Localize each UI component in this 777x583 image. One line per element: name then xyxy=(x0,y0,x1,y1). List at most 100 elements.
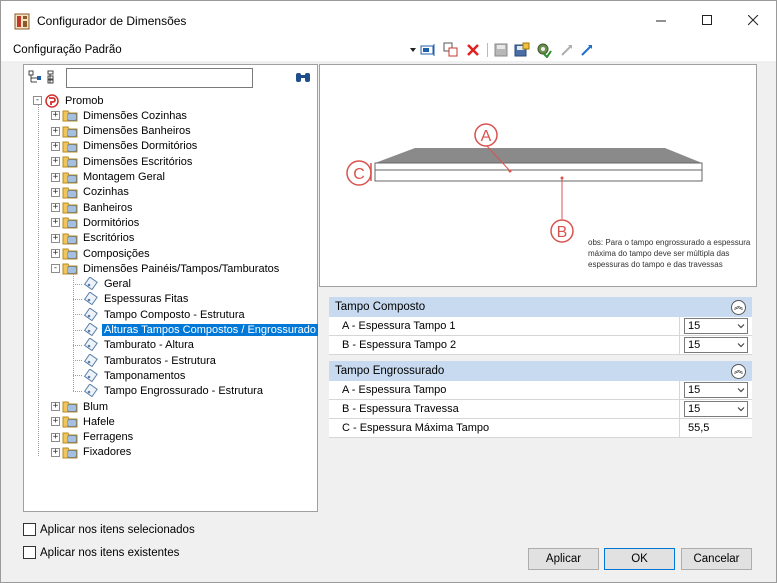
collapse-composto-button[interactable]: ︽ xyxy=(731,300,746,315)
tree-connector xyxy=(73,329,82,331)
tree-item-folder[interactable]: + Blum xyxy=(51,399,110,414)
expand-toggle-icon[interactable]: + xyxy=(51,187,60,197)
tree-item-leaf[interactable]: Tampo Composto - Estrutura xyxy=(83,307,247,322)
folder-icon xyxy=(62,202,78,214)
tree-item-folder[interactable]: + Dimensões Banheiros xyxy=(51,124,193,139)
config-item-icon xyxy=(83,353,98,367)
expand-toggle-icon[interactable]: + xyxy=(51,447,60,457)
dropdown-arrow-button[interactable] xyxy=(405,42,421,58)
folder-icon xyxy=(62,187,78,199)
tree-item-folder[interactable]: + Composições xyxy=(51,246,152,261)
tree-item-folder[interactable]: + Fixadores xyxy=(51,445,133,460)
expand-all-button[interactable] xyxy=(28,70,42,87)
tree-item-folder[interactable]: + Dimensões Escritórios xyxy=(51,154,194,169)
tree-item-folder[interactable]: + Banheiros xyxy=(51,200,135,215)
config-item-icon xyxy=(83,307,98,321)
apply-selected-checkbox[interactable] xyxy=(23,523,36,536)
cancel-button[interactable]: Cancelar xyxy=(681,548,752,570)
property-value-select[interactable]: 15 xyxy=(684,382,748,398)
find-button[interactable] xyxy=(295,70,311,87)
chevron-down-icon xyxy=(737,407,745,412)
rename-config-button[interactable] xyxy=(420,42,436,58)
folder-icon xyxy=(62,172,78,183)
property-value-select[interactable]: 15 xyxy=(684,337,748,353)
property-row: C - Espessura Máxima Tampo 55,5 xyxy=(329,419,752,438)
apply-button[interactable]: Aplicar xyxy=(528,548,599,570)
close-button[interactable] xyxy=(730,1,776,39)
property-value-select[interactable]: 15 xyxy=(684,318,748,334)
expand-toggle-icon[interactable]: + xyxy=(51,157,60,167)
tree-item-folder[interactable]: + Dormitórios xyxy=(51,215,141,230)
tree-item-leaf[interactable]: Espessuras Fitas xyxy=(83,292,190,307)
top-board-shape xyxy=(375,148,702,163)
expand-toggle-icon[interactable]: + xyxy=(51,172,60,182)
minimize-button[interactable] xyxy=(638,1,684,39)
expand-toggle-icon[interactable]: + xyxy=(51,111,60,121)
config-item-icon xyxy=(83,368,98,383)
tree-item-leaf[interactable]: Alturas Tampos Compostos / Engrossurado xyxy=(83,323,318,338)
rename-icon xyxy=(420,44,435,56)
collapse-engrossurado-button[interactable]: ︽ xyxy=(731,364,746,379)
copy-config-button[interactable] xyxy=(443,42,459,58)
tree-item-promob[interactable]: - Promob xyxy=(33,93,106,108)
tree-item-leaf[interactable]: Geral xyxy=(83,277,133,292)
tree-item-folder[interactable]: + Dimensões Dormitórios xyxy=(51,139,199,154)
expand-toggle-icon[interactable]: + xyxy=(51,218,60,228)
expand-toggle-icon[interactable]: + xyxy=(51,417,60,427)
expand-toggle-icon[interactable]: + xyxy=(51,233,60,243)
folder-icon xyxy=(62,156,78,168)
tree-item-folder[interactable]: + Cozinhas xyxy=(51,185,131,200)
tree-item-leaf[interactable]: Tampo Engrossurado - Estrutura xyxy=(83,384,265,399)
collapse-toggle-icon[interactable]: - xyxy=(51,264,60,274)
maximize-button[interactable] xyxy=(684,1,730,39)
collapse-all-button[interactable] xyxy=(46,70,58,87)
apply-existing-option[interactable]: Aplicar nos itens existentes xyxy=(23,546,179,559)
tree-item-folder[interactable]: + Hafele xyxy=(51,414,117,429)
tree-item-label: Escritórios xyxy=(83,232,135,245)
property-value-cell: 15 xyxy=(679,381,751,399)
delete-config-button[interactable] xyxy=(465,42,481,58)
tree-item-folder[interactable]: + Montagem Geral xyxy=(51,170,167,185)
expand-toggle-icon[interactable]: + xyxy=(51,203,60,213)
config-item-icon xyxy=(83,292,98,306)
save-as-button[interactable] xyxy=(514,42,530,58)
tree-item-leaf[interactable]: Tamponamentos xyxy=(83,368,187,383)
tree-item-leaf[interactable]: Tamburatos - Estrutura xyxy=(83,353,218,368)
tree-item-label: Espessuras Fitas xyxy=(104,293,189,306)
ok-button[interactable]: OK xyxy=(604,548,675,570)
apply-selected-label: Aplicar nos itens selecionados xyxy=(40,523,195,536)
folder-icon xyxy=(62,141,78,153)
tree-item-folder[interactable]: + Dimensões Cozinhas xyxy=(51,108,189,123)
expand-toggle-icon[interactable]: + xyxy=(51,126,60,136)
property-name: B - Espessura Tampo 2 xyxy=(342,339,457,351)
collapse-toggle-icon[interactable]: - xyxy=(33,96,42,105)
tree-item-label: Alturas Tampos Compostos / Engrossurado xyxy=(102,324,318,336)
import-button[interactable] xyxy=(579,42,595,58)
expand-toggle-icon[interactable]: + xyxy=(51,432,60,442)
window-title: Configurador de Dimensões xyxy=(37,14,187,28)
tree-item-label: Tamburato - Altura xyxy=(104,339,194,352)
folder-icon xyxy=(62,263,78,275)
tree-item-label: Tampo Engrossurado - Estrutura xyxy=(104,385,263,398)
tree-expand-icon xyxy=(28,70,41,83)
tree-item-folder[interactable]: + Escritórios xyxy=(51,231,136,246)
apply-existing-checkbox[interactable] xyxy=(23,546,36,559)
apply-settings-button[interactable] xyxy=(536,42,552,58)
expand-toggle-icon[interactable]: + xyxy=(51,402,60,411)
tree-search-input[interactable] xyxy=(66,68,253,88)
apply-selected-option[interactable]: Aplicar nos itens selecionados xyxy=(23,523,195,536)
selected-value: 15 xyxy=(688,320,701,332)
property-value-select[interactable]: 15 xyxy=(684,401,748,417)
save-button[interactable] xyxy=(493,42,509,58)
expand-toggle-icon[interactable]: + xyxy=(51,249,60,258)
export-button[interactable] xyxy=(559,42,575,58)
caret-down-icon xyxy=(410,48,416,52)
tree-item-folder[interactable]: + Ferragens xyxy=(51,430,135,445)
marker-c-label: C xyxy=(353,166,365,183)
tree-item-leaf[interactable]: Tamburato - Altura xyxy=(83,338,196,353)
tree-item-folder[interactable]: - Dimensões Painéis/Tampos/Tamburatos xyxy=(51,261,281,276)
tree-connector xyxy=(73,314,82,316)
tree-connector xyxy=(73,344,82,346)
chevron-down-icon xyxy=(737,343,745,348)
expand-toggle-icon[interactable]: + xyxy=(51,141,60,151)
